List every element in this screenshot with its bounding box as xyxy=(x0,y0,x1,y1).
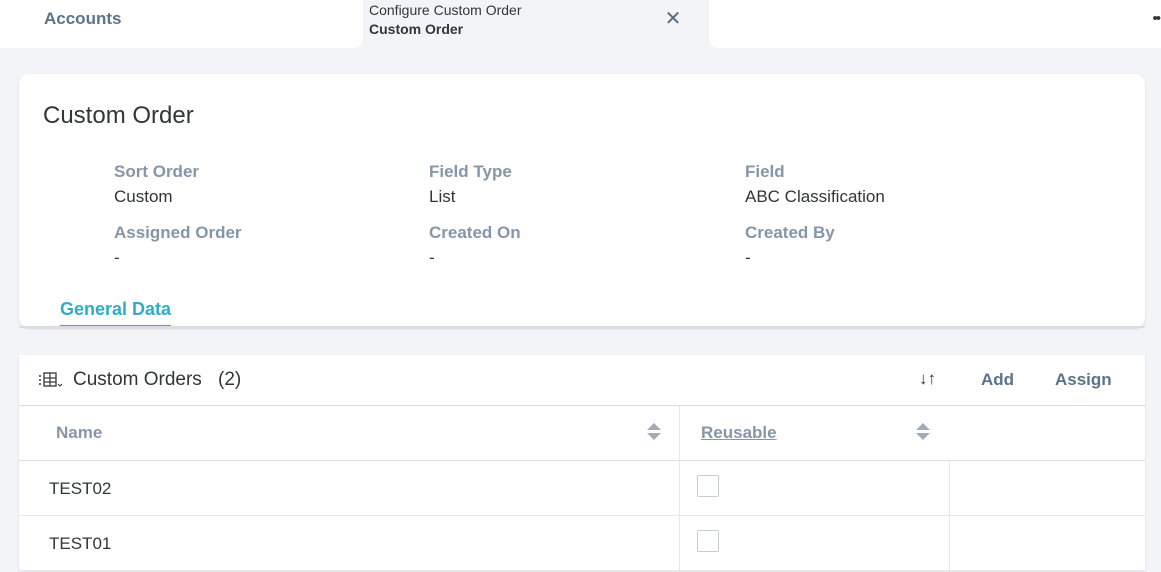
table-toolbar: Custom Orders (2) ↓↑ Add Assign xyxy=(19,355,1145,406)
cell-name: TEST02 xyxy=(34,461,680,515)
attribute-label: Field Type xyxy=(429,162,512,181)
overflow-icon[interactable]: •• xyxy=(1152,10,1160,27)
table-row[interactable]: TEST02 xyxy=(19,461,1145,516)
attribute-label: Assigned Order xyxy=(114,223,242,242)
column-header-reusable[interactable]: Reusable xyxy=(680,406,950,461)
column-header-label: Name xyxy=(56,423,103,442)
page-title: Custom Order xyxy=(43,102,194,129)
reusable-checkbox[interactable] xyxy=(697,530,719,552)
attribute-field-type: Field Type List xyxy=(429,162,512,207)
cell-reusable xyxy=(680,516,950,570)
tab-custom-order[interactable]: Configure Custom Order Custom Order ✕ xyxy=(363,0,709,48)
cell-reusable xyxy=(680,461,950,515)
attribute-label: Created By xyxy=(745,223,835,242)
tab-strip-empty-area: •• xyxy=(709,0,1161,48)
tab-accounts[interactable]: Accounts xyxy=(0,0,363,48)
attribute-value: ABC Classification xyxy=(745,187,885,206)
tab-general-data[interactable]: General Data xyxy=(60,299,172,328)
attribute-created-on: Created On - xyxy=(429,223,521,268)
attribute-value: - xyxy=(745,248,751,267)
cell-name: TEST01 xyxy=(34,516,680,570)
attribute-label: Sort Order xyxy=(114,162,200,181)
row-selector[interactable] xyxy=(19,516,34,570)
attribute-value: - xyxy=(114,248,120,267)
table-count: (2) xyxy=(218,369,242,390)
column-header-name[interactable]: Name xyxy=(19,406,680,461)
attribute-sort-order: Sort Order Custom xyxy=(114,162,199,207)
reusable-checkbox[interactable] xyxy=(697,475,719,497)
sort-icon[interactable]: ↓↑ xyxy=(919,369,936,389)
attribute-assigned-order: Assigned Order - xyxy=(114,223,242,268)
tab-strip: Accounts Configure Custom Order Custom O… xyxy=(0,0,1161,48)
assign-button[interactable]: Assign xyxy=(1055,370,1112,390)
attribute-label: Field xyxy=(745,162,785,181)
object-header: Custom Order Sort Order Custom Field Typ… xyxy=(19,74,1145,328)
attribute-value: List xyxy=(429,187,456,206)
column-header-label[interactable]: Reusable xyxy=(701,423,777,443)
tab-subtitle: Configure Custom Order xyxy=(369,2,522,18)
column-header-filler xyxy=(950,406,1145,461)
close-icon[interactable]: ✕ xyxy=(663,9,683,29)
cell-name-text: TEST02 xyxy=(49,479,112,498)
tab-general-data-label: General Data xyxy=(60,299,172,319)
header-divider xyxy=(19,326,1145,328)
table-settings-icon[interactable] xyxy=(38,370,66,395)
table-row[interactable]: TEST01 xyxy=(19,516,1145,571)
tab-accounts-label: Accounts xyxy=(44,9,122,28)
cell-name-text: TEST01 xyxy=(49,534,112,553)
row-selector[interactable] xyxy=(19,461,34,515)
attribute-label: Created On xyxy=(429,223,521,242)
sort-indicator-icon[interactable] xyxy=(916,423,930,443)
attribute-created-by: Created By - xyxy=(745,223,835,268)
add-button[interactable]: Add xyxy=(981,370,1014,390)
custom-orders-table: Custom Orders (2) ↓↑ Add Assign Name Reu… xyxy=(19,355,1145,571)
table-title: Custom Orders xyxy=(73,369,202,390)
attribute-value: Custom xyxy=(114,187,173,206)
tab-title: Custom Order xyxy=(369,21,464,37)
attribute-value: - xyxy=(429,248,435,267)
sort-indicator-icon[interactable] xyxy=(647,423,661,443)
attribute-field: Field ABC Classification xyxy=(745,162,885,207)
